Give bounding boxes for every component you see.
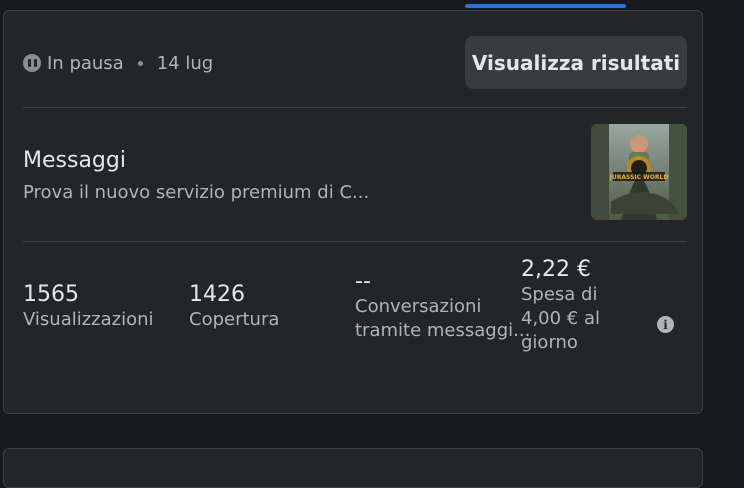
divider — [23, 241, 687, 242]
separator-dot — [137, 60, 143, 66]
status-row: In pausa 14 lug — [23, 51, 213, 75]
metric-label: giorno — [521, 332, 578, 353]
divider — [23, 107, 687, 108]
ad-card: In pausa 14 lug Visualizza risultati Mes… — [3, 10, 703, 414]
metric-views: 1565 Visualizzazioni — [23, 282, 154, 332]
view-results-button[interactable]: Visualizza risultati — [465, 36, 687, 89]
metric-label: Visualizzazioni — [23, 309, 154, 330]
ad-title: Messaggi — [23, 148, 126, 173]
metric-label: Copertura — [189, 309, 280, 330]
thumbnail-logo-text: JURASSIC WORLD — [609, 174, 669, 181]
status-date: 14 lug — [156, 52, 214, 74]
info-icon[interactable]: i — [657, 316, 674, 333]
metric-value: 2,22 € — [521, 257, 591, 282]
metric-reach: 1426 Copertura — [189, 282, 279, 332]
metric-value: 1565 — [23, 282, 79, 307]
next-card — [3, 448, 703, 488]
page-edge — [712, 0, 744, 457]
metric-label: Spesa di — [521, 284, 598, 305]
metric-label: Conversazioni — [355, 296, 482, 317]
metric-value: 1426 — [189, 282, 245, 307]
metric-value: -- — [355, 269, 371, 294]
metric-conversations: -- Conversazioni tramite messaggi... — [355, 269, 530, 343]
ad-description: Prova il nuovo servizio premium di C... — [23, 182, 370, 203]
metric-label: tramite messaggi... — [355, 320, 531, 341]
status-label: In pausa — [47, 52, 124, 74]
metric-spend: 2,22 € Spesa di 4,00 € al giorno — [521, 257, 600, 355]
ad-thumbnail[interactable]: JURASSIC WORLD — [591, 124, 687, 220]
pause-circle-icon — [23, 54, 41, 72]
active-tab-indicator — [465, 4, 626, 8]
metric-label: 4,00 € al — [521, 308, 601, 329]
